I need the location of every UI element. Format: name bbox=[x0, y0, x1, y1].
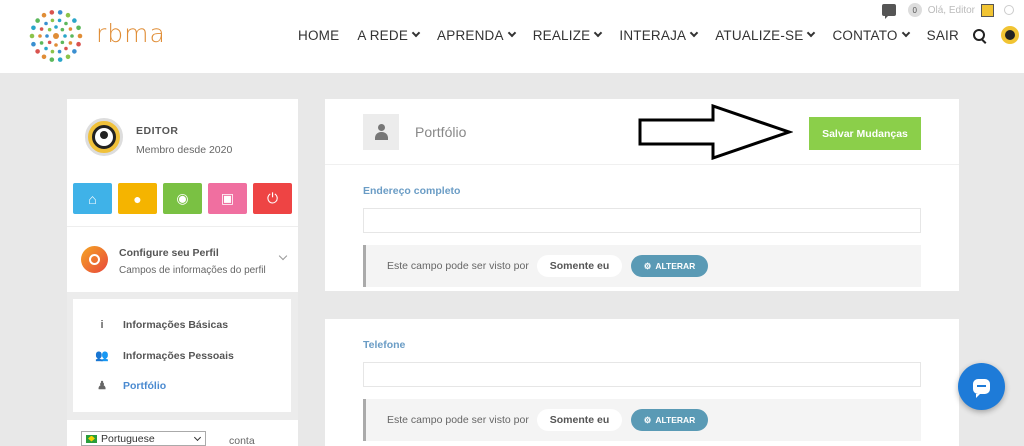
config-subtitle: Campos de informações do perfil bbox=[119, 265, 266, 276]
visibility-text: Este campo pode ser visto por bbox=[387, 260, 529, 272]
language-select[interactable]: Portuguese bbox=[81, 431, 206, 446]
profile-sidebar: EDITOR Membro desde 2020 ⌂ ● ◉ ▣ ⏻ Configure… bbox=[67, 99, 298, 446]
visibility-value: Somente eu bbox=[537, 409, 622, 431]
main-nav: HOME A REDE APRENDA REALIZE INTERAJA ATUALIZE… bbox=[298, 26, 1019, 44]
nav-label: HOME bbox=[298, 27, 340, 43]
visibility-row-phone: Este campo pode ser visto por Somente eu… bbox=[363, 399, 921, 441]
profile-config-icon bbox=[81, 246, 108, 273]
profile-submenu: i Informações Básicas 👥 Informações Pessoai… bbox=[73, 299, 291, 412]
visibility-text: Este campo pode ser visto por bbox=[387, 414, 529, 426]
save-changes-button[interactable]: Salvar Mudanças bbox=[809, 117, 921, 150]
chevron-down-icon bbox=[507, 28, 516, 38]
chevron-down-icon bbox=[689, 28, 699, 38]
user-avatar-icon[interactable] bbox=[1000, 26, 1019, 44]
brand-name[interactable]: rbma bbox=[96, 19, 166, 48]
top-utility-bar: 0 Olá, Editor bbox=[881, 2, 1014, 19]
nav-label: CONTATO bbox=[832, 27, 898, 43]
site-header: rbma 0 Olá, Editor HOME A REDE APRENDA REAL… bbox=[0, 0, 1024, 73]
quick-action-row: ⌂ ● ◉ ▣ ⏻ bbox=[73, 183, 292, 214]
member-since: Membro desde 2020 bbox=[136, 144, 233, 156]
chevron-down-icon bbox=[193, 433, 202, 441]
change-visibility-button[interactable]: ⚙ ALTERAR bbox=[631, 409, 708, 431]
gears-icon: ⚙ bbox=[643, 414, 652, 425]
chat-widget-button[interactable] bbox=[958, 363, 1005, 410]
divider bbox=[67, 226, 298, 227]
address-field[interactable] bbox=[363, 208, 921, 233]
chat-icon bbox=[973, 379, 990, 398]
change-label: ALTERAR bbox=[655, 261, 696, 271]
search-icon[interactable] bbox=[972, 29, 985, 41]
profile-name: EDITOR bbox=[136, 125, 179, 137]
nav-item-interaja[interactable]: INTERAJA bbox=[619, 27, 699, 43]
user-avatar-mini[interactable] bbox=[981, 3, 994, 17]
page-title: Portfólio bbox=[415, 124, 467, 140]
nav-item-a-rede[interactable]: A REDE bbox=[357, 27, 421, 43]
account-icon[interactable]: ◉ bbox=[163, 183, 202, 214]
change-visibility-button[interactable]: ⚙ ALTERAR bbox=[631, 255, 708, 277]
power-icon[interactable]: ⏻ bbox=[253, 183, 292, 214]
sidebar-item-portfolio[interactable]: ♟ Portfólio bbox=[95, 379, 167, 393]
nav-item-atualize-se[interactable]: ATUALIZE-SE bbox=[715, 27, 816, 43]
nav-item-realize[interactable]: REALIZE bbox=[532, 27, 603, 43]
configure-profile-toggle[interactable]: Configure seu Perfil Campos de informaçõ… bbox=[67, 237, 298, 292]
users-icon: 👥 bbox=[95, 350, 109, 362]
card-icon[interactable]: ▣ bbox=[208, 183, 247, 214]
sidebar-item-label: Portfólio bbox=[123, 379, 167, 392]
chevron-down-icon bbox=[807, 28, 816, 38]
user-icon[interactable]: ● bbox=[118, 183, 157, 214]
nav-label: ATUALIZE-SE bbox=[715, 27, 804, 43]
visibility-value: Somente eu bbox=[537, 255, 622, 277]
nav-item-home[interactable]: HOME bbox=[298, 28, 339, 43]
user-greeting[interactable]: Olá, Editor bbox=[928, 5, 975, 16]
phone-field[interactable] bbox=[363, 362, 921, 387]
profile-submenu-wrap: i Informações Básicas 👥 Informações Pessoai… bbox=[67, 292, 298, 420]
language-value: Portuguese bbox=[101, 432, 155, 445]
sidebar-item-label: Informações Básicas bbox=[123, 319, 229, 331]
partial-link-text: conta bbox=[229, 435, 255, 446]
annotation-arrow bbox=[638, 104, 793, 160]
home-icon[interactable]: ⌂ bbox=[73, 183, 112, 214]
gears-icon: ⚙ bbox=[643, 260, 652, 271]
field-label-phone: Telefone bbox=[363, 339, 406, 351]
chevron-down-icon bbox=[901, 28, 910, 38]
nav-item-sair[interactable]: SAIR bbox=[927, 28, 959, 43]
nav-item-contato[interactable]: CONTATO bbox=[832, 27, 910, 43]
person-icon bbox=[363, 114, 399, 150]
messages-icon[interactable] bbox=[881, 4, 896, 19]
visibility-row-address: Este campo pode ser visto por Somente eu… bbox=[363, 245, 921, 287]
sidebar-item-label: Informações Pessoais bbox=[123, 349, 234, 362]
sidebar-item-personal-info[interactable]: 👥 Informações Pessoais bbox=[95, 349, 234, 363]
search-mini-icon[interactable] bbox=[1004, 5, 1014, 15]
change-label: ALTERAR bbox=[655, 415, 696, 425]
nav-label: SAIR bbox=[926, 27, 959, 43]
nav-label: INTERAJA bbox=[619, 27, 687, 43]
nav-label: REALIZE bbox=[532, 27, 591, 43]
notification-count[interactable]: 0 bbox=[907, 3, 922, 17]
chevron-down-icon bbox=[278, 251, 288, 261]
brazil-flag-icon bbox=[86, 434, 97, 443]
person-icon: ♟ bbox=[97, 380, 107, 392]
nav-item-aprenda[interactable]: APRENDA bbox=[437, 27, 516, 43]
nav-label: APRENDA bbox=[437, 27, 504, 43]
avatar[interactable] bbox=[85, 118, 123, 156]
chevron-down-icon bbox=[594, 28, 603, 38]
rbma-logo[interactable] bbox=[24, 6, 88, 66]
section-separator bbox=[325, 291, 959, 319]
info-icon: i bbox=[100, 319, 104, 331]
chevron-down-icon bbox=[411, 28, 421, 38]
divider bbox=[325, 164, 959, 165]
field-label-address: Endereço completo bbox=[363, 185, 461, 197]
config-title: Configure seu Perfil bbox=[119, 247, 219, 259]
sidebar-item-basic-info[interactable]: i Informações Básicas bbox=[95, 319, 228, 331]
profile-card: EDITOR Membro desde 2020 bbox=[67, 99, 298, 171]
nav-label: A REDE bbox=[357, 27, 409, 43]
